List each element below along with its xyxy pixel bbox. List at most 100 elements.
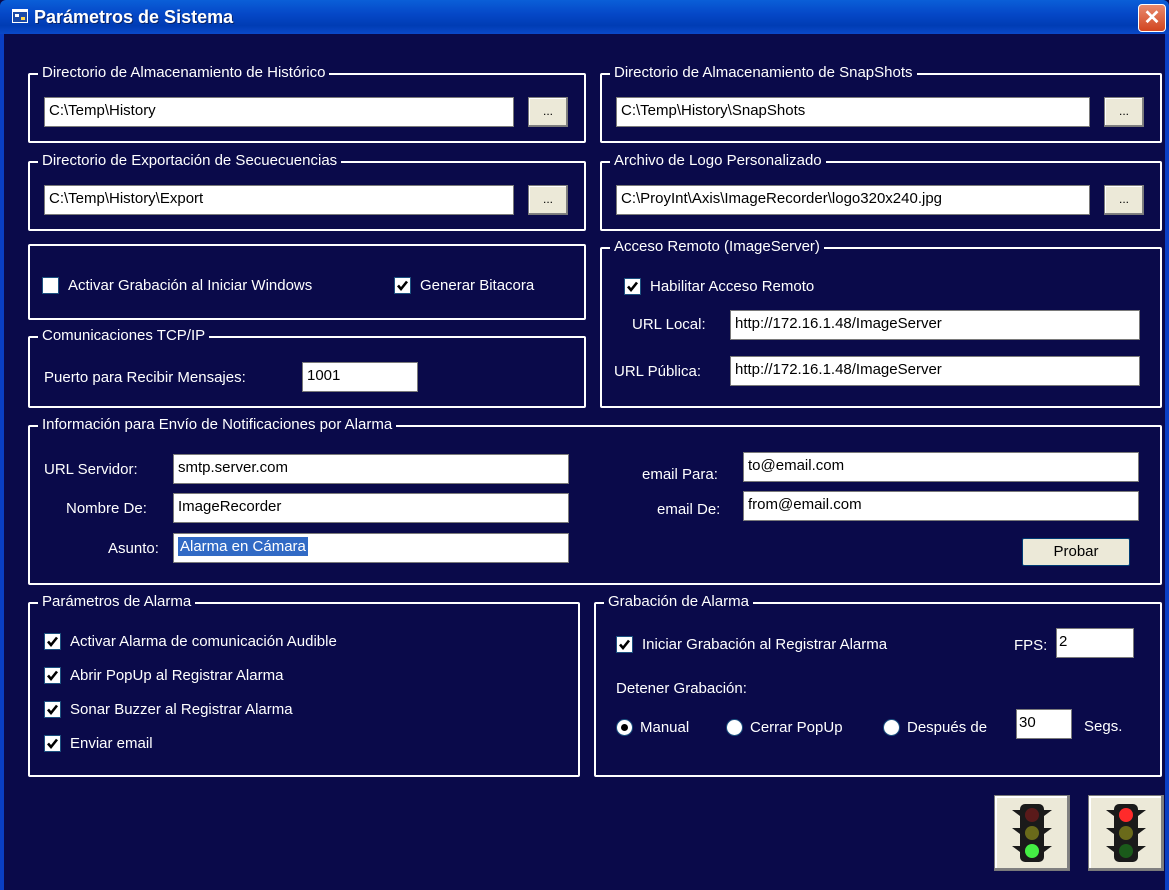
email-to-input[interactable]: to@email.com [743, 452, 1139, 482]
from-name-label: Nombre De: [66, 500, 147, 517]
traffic-light-red-icon [1106, 804, 1146, 862]
stop-close-popup-radio-circle [726, 718, 743, 736]
buzzer-label: Sonar Buzzer al Registrar Alarma [70, 700, 293, 718]
export-dir-browse-button[interactable]: ... [528, 185, 568, 215]
stop-manual-radio-circle [616, 718, 633, 736]
fps-label: FPS: [1014, 637, 1048, 654]
stop-after-label: Después de [907, 718, 988, 736]
generate-log-label: Generar Bitacora [420, 276, 535, 294]
buzzer-checkbox[interactable]: Sonar Buzzer al Registrar Alarma [44, 698, 293, 720]
checkmark-icon [619, 639, 631, 650]
smtp-server-input[interactable]: smtp.server.com [173, 454, 569, 484]
snapshots-dir-group: Directorio de Almacenamiento de SnapShot… [600, 64, 1162, 143]
snapshots-dir-legend: Directorio de Almacenamiento de SnapShot… [610, 64, 917, 81]
cancel-button[interactable] [1088, 795, 1164, 871]
enable-remote-label: Habilitar Acceso Remoto [650, 277, 815, 295]
activate-recording-checkbox[interactable]: Activar Grabación al Iniciar Windows [42, 274, 312, 296]
checkmark-icon [47, 636, 59, 647]
stop-recording-label: Detener Grabación: [616, 680, 747, 697]
history-dir-group: Directorio de Almacenamiento de Históric… [28, 64, 586, 143]
snapshots-dir-browse-button[interactable]: ... [1104, 97, 1144, 127]
notifications-legend: Información para Envío de Notificaciones… [38, 416, 397, 433]
snapshots-dir-input[interactable]: C:\Temp\History\SnapShots [616, 97, 1090, 127]
stop-after-radio-circle [883, 718, 900, 736]
history-dir-input[interactable]: C:\Temp\History [44, 97, 514, 127]
audible-alarm-box [44, 632, 61, 650]
seconds-unit-label: Segs. [1084, 718, 1123, 735]
stop-after-radio[interactable]: Después de [883, 716, 987, 738]
audible-alarm-label: Activar Alarma de comunicación Audible [70, 632, 337, 650]
open-popup-label: Abrir PopUp al Registrar Alarma [70, 666, 284, 684]
open-popup-box [44, 666, 61, 684]
logo-file-input[interactable]: C:\ProyInt\Axis\ImageRecorder\logo320x24… [616, 185, 1090, 215]
subject-input[interactable]: Alarma en Cámara [173, 533, 569, 563]
accept-button[interactable] [994, 795, 1070, 871]
activate-recording-box [42, 276, 59, 294]
port-label: Puerto para Recibir Mensajes: [44, 369, 246, 386]
tcp-group: Comunicaciones TCP/IP Puerto para Recibi… [28, 327, 586, 408]
port-input[interactable]: 1001 [302, 362, 418, 392]
startup-group: Activar Grabación al Iniciar Windows Gen… [28, 244, 586, 320]
export-dir-group: Directorio de Exportación de Secuecuenci… [28, 152, 586, 231]
email-from-label: email De: [657, 501, 721, 518]
alarm-params-legend: Parámetros de Alarma [38, 593, 196, 610]
send-email-checkbox[interactable]: Enviar email [44, 732, 153, 754]
url-local-input[interactable]: http://172.16.1.48/ImageServer [730, 310, 1140, 340]
alarm-recording-legend: Grabación de Alarma [604, 593, 753, 610]
stop-manual-radio[interactable]: Manual [616, 716, 689, 738]
close-button[interactable]: ✕ [1138, 4, 1166, 32]
stop-seconds-input[interactable]: 30 [1016, 709, 1072, 739]
enable-remote-checkbox[interactable]: Habilitar Acceso Remoto [624, 275, 814, 297]
email-from-input[interactable]: from@email.com [743, 491, 1139, 521]
history-dir-browse-button[interactable]: ... [528, 97, 568, 127]
buzzer-box [44, 700, 61, 718]
stop-close-popup-radio[interactable]: Cerrar PopUp [726, 716, 843, 738]
logo-file-legend: Archivo de Logo Personalizado [610, 152, 826, 169]
remote-access-group: Acceso Remoto (ImageServer) Habilitar Ac… [600, 238, 1162, 408]
enable-remote-box [624, 277, 641, 295]
start-recording-label: Iniciar Grabación al Registrar Alarma [642, 635, 888, 653]
close-icon: ✕ [1143, 7, 1161, 29]
stop-manual-label: Manual [640, 718, 690, 736]
notifications-group: Información para Envío de Notificaciones… [28, 416, 1162, 585]
remote-access-legend: Acceso Remoto (ImageServer) [610, 238, 824, 255]
title-bar: Parámetros de Sistema ✕ [0, 0, 1169, 34]
checkmark-icon [397, 280, 409, 291]
start-recording-box [616, 635, 633, 653]
smtp-server-label: URL Servidor: [44, 461, 138, 478]
checkmark-icon [47, 738, 59, 749]
checkmark-icon [47, 704, 59, 715]
alarm-recording-group: Grabación de Alarma Iniciar Grabación al… [594, 593, 1162, 777]
tcp-legend: Comunicaciones TCP/IP [38, 327, 210, 344]
url-local-label: URL Local: [632, 316, 706, 333]
subject-label: Asunto: [108, 540, 159, 557]
url-public-label: URL Pública: [614, 363, 701, 380]
test-button[interactable]: Probar [1022, 538, 1130, 566]
from-name-input[interactable]: ImageRecorder [173, 493, 569, 523]
history-dir-legend: Directorio de Almacenamiento de Históric… [38, 64, 330, 81]
activate-recording-label: Activar Grabación al Iniciar Windows [68, 276, 313, 294]
subject-selected-text: Alarma en Cámara [178, 537, 308, 556]
stop-close-popup-label: Cerrar PopUp [750, 718, 843, 736]
export-dir-input[interactable]: C:\Temp\History\Export [44, 185, 514, 215]
export-dir-legend: Directorio de Exportación de Secuecuenci… [38, 152, 342, 169]
audible-alarm-checkbox[interactable]: Activar Alarma de comunicación Audible [44, 630, 337, 652]
checkmark-icon [627, 281, 639, 292]
checkmark-icon [47, 670, 59, 681]
generate-log-box [394, 276, 411, 294]
start-recording-checkbox[interactable]: Iniciar Grabación al Registrar Alarma [616, 633, 887, 655]
window-frame-left [0, 34, 4, 890]
open-popup-checkbox[interactable]: Abrir PopUp al Registrar Alarma [44, 664, 283, 686]
url-public-input[interactable]: http://172.16.1.48/ImageServer [730, 356, 1140, 386]
send-email-label: Enviar email [70, 734, 153, 752]
fps-input[interactable]: 2 [1056, 628, 1134, 658]
email-to-label: email Para: [642, 466, 718, 483]
window-title: Parámetros de Sistema [34, 7, 234, 27]
radio-selected-dot [621, 723, 628, 731]
generate-log-checkbox[interactable]: Generar Bitacora [394, 274, 534, 296]
logo-file-browse-button[interactable]: ... [1104, 185, 1144, 215]
app-icon [12, 9, 28, 23]
alarm-params-group: Parámetros de Alarma Activar Alarma de c… [28, 593, 580, 777]
traffic-light-green-icon [1012, 804, 1052, 862]
window-frame-right [1165, 34, 1169, 890]
